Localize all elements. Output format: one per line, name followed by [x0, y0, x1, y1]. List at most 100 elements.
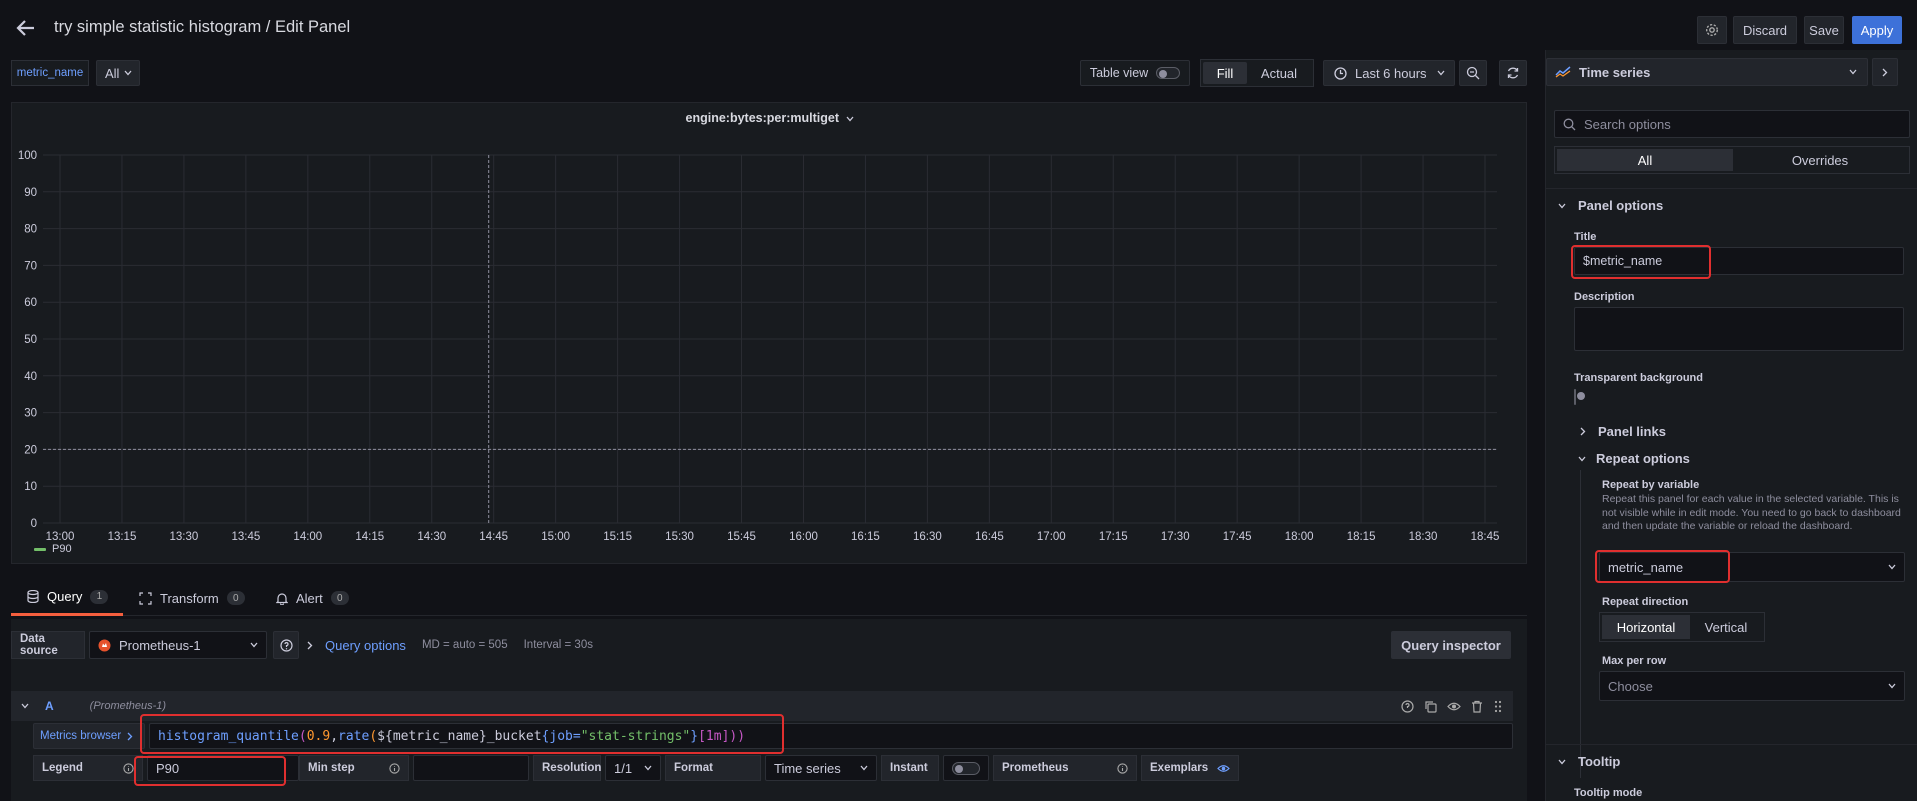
chevron-down-icon	[860, 765, 868, 771]
chevron-right-icon	[1882, 68, 1888, 77]
refresh-icon	[1506, 66, 1520, 80]
help-icon[interactable]	[1401, 699, 1414, 713]
direction-horizontal[interactable]: Horizontal	[1602, 615, 1690, 639]
tab-alert-count: 0	[330, 591, 349, 605]
question-circle-icon	[279, 638, 293, 652]
repeat-options-header[interactable]: Repeat options	[1578, 451, 1690, 466]
chevron-down-icon	[1437, 70, 1445, 76]
query-options-link[interactable]: Query options	[325, 638, 406, 653]
settings-button[interactable]	[1697, 16, 1727, 44]
eye-icon[interactable]	[1217, 763, 1230, 774]
transparent-switch[interactable]	[1574, 389, 1576, 405]
tooltip-mode-label: Tooltip mode	[1574, 787, 1643, 799]
table-view-toggle[interactable]: Table view	[1080, 60, 1190, 86]
actual-button[interactable]: Actual	[1247, 66, 1311, 81]
query-ref-id[interactable]: A	[45, 699, 54, 713]
exemplars-label-box: Exemplars	[1141, 755, 1239, 781]
discard-button[interactable]: Discard	[1733, 16, 1797, 44]
data-source-help-button[interactable]	[273, 631, 299, 659]
panel-links-header[interactable]: Panel links	[1580, 424, 1666, 439]
data-source-label: Data source	[11, 631, 85, 659]
y-tick-label: 30	[24, 408, 37, 420]
table-view-label: Table view	[1089, 66, 1149, 80]
prometheus-label-box: Prometheus	[993, 755, 1137, 781]
instant-label-box: Instant	[881, 755, 939, 781]
x-tick-label: 14:45	[479, 531, 508, 543]
panel-options-title: Panel options	[1578, 198, 1664, 213]
eye-icon[interactable]	[1447, 700, 1461, 713]
resolution-select[interactable]: 1/1	[605, 755, 661, 781]
tab-query-label: Query	[47, 589, 83, 604]
transparent-label: Transparent background	[1574, 372, 1703, 384]
y-tick-label: 50	[24, 334, 37, 346]
legend-label: Legend	[42, 762, 83, 774]
timeseries-chart[interactable]: 100908070605040302010013:00 13:15 13:30 13:…	[12, 103, 1528, 565]
drag-handle-icon[interactable]	[1493, 700, 1503, 713]
chevron-down-icon	[1558, 203, 1566, 209]
variable-value: All	[105, 65, 120, 81]
tab-query[interactable]: Query 1	[11, 580, 123, 616]
tab-all[interactable]: All	[1557, 149, 1733, 171]
tab-alert-label: Alert	[296, 590, 323, 606]
trash-icon[interactable]	[1471, 700, 1483, 713]
instant-toggle-box	[943, 755, 989, 781]
apply-button[interactable]: Apply	[1852, 16, 1902, 44]
search-options-input[interactable]: Search options	[1554, 110, 1910, 138]
prometheus-label: Prometheus	[1002, 762, 1069, 774]
fill-button[interactable]: Fill	[1203, 62, 1247, 84]
data-source-select[interactable]: Prometheus-1	[89, 631, 267, 659]
query-inspector-button[interactable]: Query inspector	[1391, 631, 1511, 659]
save-button[interactable]: Save	[1804, 16, 1844, 44]
variable-select[interactable]: All	[96, 60, 140, 86]
refresh-button[interactable]	[1499, 60, 1527, 86]
x-tick-label: 16:15	[851, 531, 880, 543]
table-view-switch[interactable]	[1156, 67, 1181, 79]
tab-alert[interactable]: Alert 0	[276, 580, 349, 616]
description-label: Description	[1574, 291, 1635, 303]
tab-overrides[interactable]: Overrides	[1733, 153, 1907, 168]
time-range-label: Last 6 hours	[1355, 65, 1427, 81]
repeat-direction-group: Horizontal Vertical	[1599, 612, 1765, 642]
x-tick-label: 18:30	[1409, 531, 1438, 543]
x-tick-label: 16:00	[789, 531, 818, 543]
panel-options-header[interactable]: Panel options	[1558, 198, 1663, 213]
query-options-row[interactable]: Query options MD = auto = 505 Interval =…	[307, 631, 593, 659]
legend[interactable]: P90	[34, 543, 72, 555]
page-title: try simple statistic histogram / Edit Pa…	[54, 18, 351, 36]
copy-icon[interactable]	[1424, 700, 1437, 713]
tab-transform-label: Transform	[160, 590, 219, 606]
x-tick-label: 15:15	[603, 531, 632, 543]
visualization-picker[interactable]: Time series	[1546, 58, 1868, 86]
direction-vertical[interactable]: Vertical	[1690, 620, 1762, 635]
x-tick-label: 16:30	[913, 531, 942, 543]
panel-links-title: Panel links	[1598, 424, 1666, 439]
x-tick-label: 17:45	[1223, 531, 1252, 543]
zoom-out-button[interactable]	[1459, 60, 1487, 86]
chevron-down-icon	[644, 765, 652, 771]
x-tick-label: 14:30	[417, 531, 446, 543]
tooltip-header[interactable]: Tooltip	[1558, 754, 1620, 769]
time-range-picker[interactable]: Last 6 hours	[1323, 60, 1455, 86]
min-step-label: Min step	[308, 762, 355, 774]
back-arrow-icon[interactable]	[14, 16, 38, 40]
format-select[interactable]: Time series	[765, 755, 877, 781]
y-tick-label: 90	[24, 187, 37, 199]
instant-switch[interactable]	[952, 761, 980, 775]
legend-swatch	[34, 547, 46, 551]
chevron-down-icon	[1888, 564, 1896, 570]
description-textarea[interactable]	[1574, 307, 1904, 351]
min-step-input[interactable]	[413, 755, 529, 781]
variable-label: metric_name	[11, 60, 89, 86]
x-tick-label: 17:30	[1161, 531, 1190, 543]
x-tick-label: 15:45	[727, 531, 756, 543]
collapse-pane-button[interactable]	[1872, 58, 1898, 86]
metrics-browser-button[interactable]: Metrics browser	[33, 723, 145, 749]
chevron-down-icon[interactable]	[21, 703, 29, 709]
x-tick-label: 15:30	[665, 531, 694, 543]
query-ds-name: (Prometheus-1)	[89, 700, 167, 712]
tab-transform[interactable]: Transform 0	[139, 580, 245, 616]
max-per-row-select[interactable]: Choose	[1599, 671, 1905, 701]
info-circle-icon	[123, 762, 134, 774]
chevron-down-icon	[1558, 759, 1566, 765]
y-tick-label: 100	[18, 150, 37, 162]
